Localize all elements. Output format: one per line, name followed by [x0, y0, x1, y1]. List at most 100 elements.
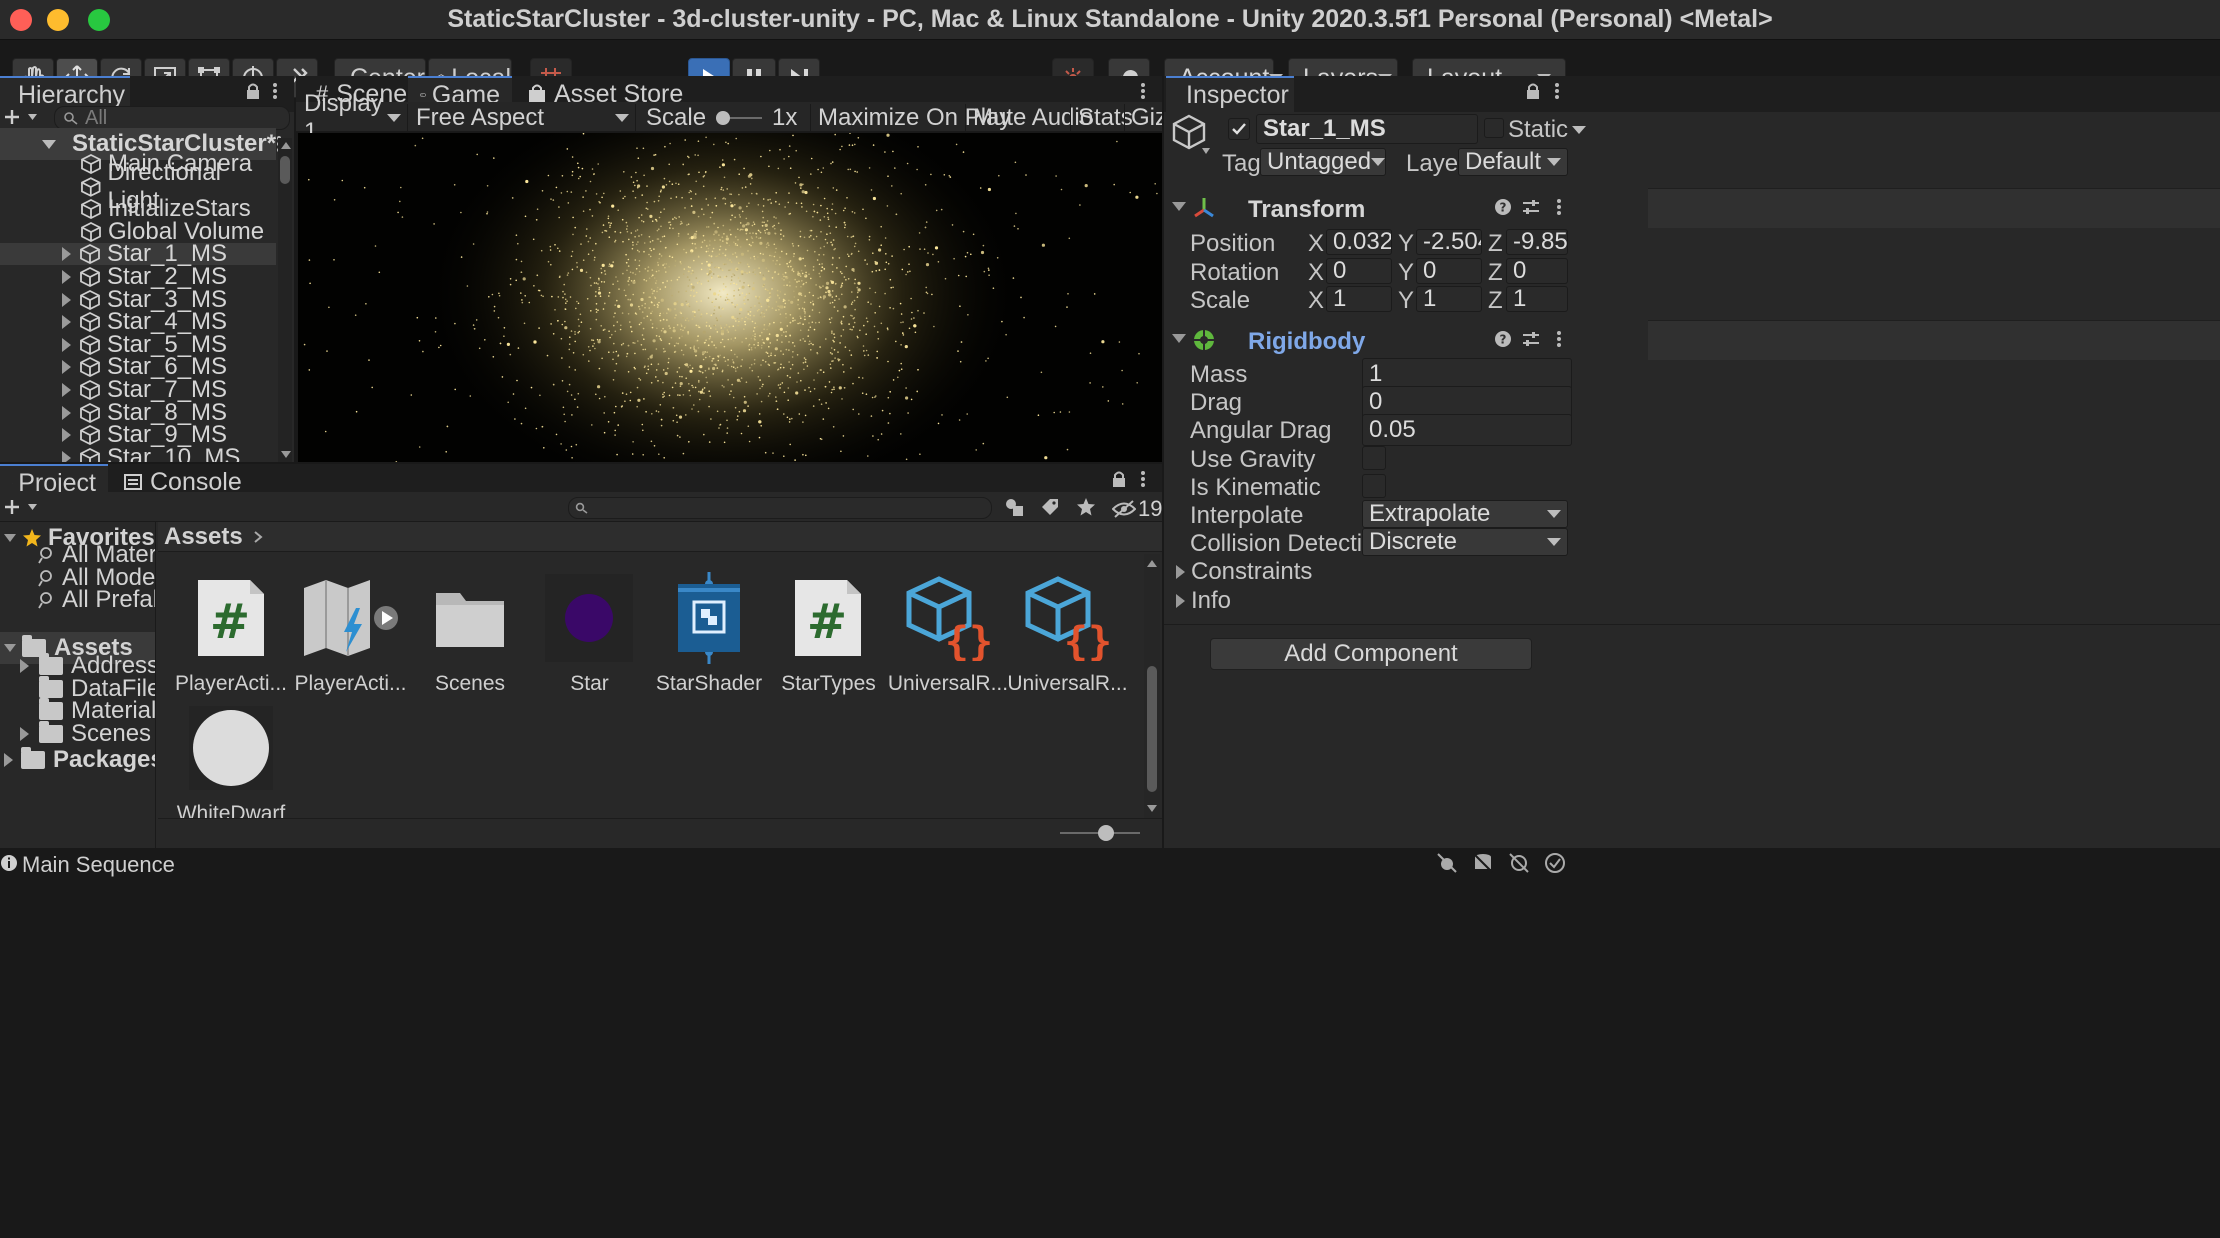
game-viewport[interactable]: [298, 133, 1162, 462]
star-dot: [708, 355, 711, 358]
packages-folder[interactable]: Packages: [4, 744, 155, 776]
star-dot: [900, 192, 902, 195]
asset-item[interactable]: {} UniversalR...: [995, 570, 1140, 696]
constraints-foldout[interactable]: Constraints: [1176, 558, 1312, 586]
expand-arrow-icon[interactable]: [62, 405, 71, 420]
expand-arrow-icon[interactable]: [62, 360, 71, 375]
icon-size-slider[interactable]: [1060, 824, 1140, 842]
interpolate-dropdown[interactable]: Extrapolate: [1362, 500, 1568, 528]
display-dropdown[interactable]: Display 1: [298, 90, 408, 145]
check-circle-icon[interactable]: [1544, 852, 1566, 874]
scale-slider[interactable]: [716, 108, 763, 128]
presets-icon[interactable]: [1522, 330, 1540, 348]
expand-arrow-icon[interactable]: [62, 383, 71, 397]
lock-icon[interactable]: [1112, 470, 1126, 488]
expand-arrow-icon[interactable]: [62, 337, 71, 352]
tab-inspector[interactable]: Inspector: [1166, 76, 1294, 112]
star-dot: [1116, 140, 1118, 143]
star-dot: [804, 318, 806, 321]
more-options-icon[interactable]: [272, 82, 278, 100]
star-dot: [632, 342, 634, 344]
star-dot: [638, 216, 640, 219]
star-dot: [966, 413, 968, 415]
component-menu-icon[interactable]: [1556, 198, 1562, 216]
bug-slash-icon[interactable]: [1436, 852, 1458, 874]
transform-scale-x-field[interactable]: 1: [1326, 286, 1392, 312]
project-search-input[interactable]: [568, 497, 992, 519]
expand-arrow-icon[interactable]: [20, 726, 29, 741]
light-bake-icon[interactable]: [1508, 852, 1530, 874]
transform-position-y-field[interactable]: -2.5047: [1416, 229, 1482, 255]
create-asset-button[interactable]: [4, 498, 40, 516]
expand-arrow-icon[interactable]: [62, 270, 71, 284]
transform-scale-y-field[interactable]: 1: [1416, 286, 1482, 312]
object-name-field[interactable]: Star_1_MS: [1256, 114, 1478, 144]
collision-detection-dropdown[interactable]: Discrete: [1362, 528, 1568, 556]
status-message[interactable]: Main Sequence: [22, 852, 175, 878]
star-dot: [672, 329, 676, 333]
star-dot: [629, 303, 634, 307]
help-icon[interactable]: ?: [1494, 198, 1512, 216]
transform-position-x-field[interactable]: 0.0326: [1326, 229, 1392, 255]
expand-arrow-icon[interactable]: [62, 315, 71, 330]
more-options-icon[interactable]: [1140, 470, 1146, 488]
static-dropdown[interactable]: Static: [1508, 116, 1587, 144]
transform-rotation-z-field[interactable]: 0: [1506, 257, 1568, 284]
asset-item[interactable]: WhiteDwarf: [158, 700, 303, 826]
static-checkbox[interactable]: [1484, 118, 1504, 138]
filter-by-label-icon[interactable]: [1040, 497, 1060, 517]
star-dot: [759, 237, 762, 239]
breadcrumb-assets[interactable]: Assets: [164, 523, 243, 551]
expand-arrow-icon[interactable]: [62, 428, 71, 443]
star-dot: [797, 322, 799, 325]
star-dot: [698, 390, 700, 393]
lock-icon[interactable]: [1526, 82, 1540, 100]
hierarchy-search-input[interactable]: All: [54, 106, 290, 130]
collapse-arrow-icon[interactable]: [1172, 334, 1186, 343]
aspect-dropdown[interactable]: Free Aspect: [410, 104, 636, 132]
transform-header[interactable]: [1648, 188, 2220, 228]
asset-folder-item[interactable]: Scenes: [20, 720, 151, 747]
star-dot: [903, 248, 905, 251]
star-dot: [659, 240, 662, 243]
expand-arrow-icon[interactable]: [20, 659, 29, 673]
filter-by-type-icon[interactable]: [1004, 497, 1024, 517]
expand-arrow-icon[interactable]: [62, 450, 71, 462]
star-dot: [680, 312, 682, 315]
star-dot: [868, 239, 871, 241]
hidden-packages-toggle[interactable]: 19: [1112, 496, 1162, 522]
add-component-button[interactable]: Add Component: [1210, 638, 1532, 670]
collapse-arrow-icon[interactable]: [1172, 202, 1186, 211]
star-dot: [601, 196, 603, 199]
transform-scale-z-field[interactable]: 1: [1506, 286, 1568, 312]
gizmos-toggle[interactable]: Gizr: [1124, 104, 1162, 132]
transform-position-z-field[interactable]: -9.8568: [1506, 229, 1568, 255]
help-icon[interactable]: ?: [1494, 330, 1512, 348]
use-gravity-checkbox[interactable]: [1362, 446, 1386, 470]
expand-arrow-icon[interactable]: [62, 292, 71, 307]
transform-rotation-y-field[interactable]: 0: [1416, 257, 1482, 284]
star-dot: [798, 273, 801, 276]
angular-drag-field[interactable]: 0.05: [1362, 414, 1572, 446]
expand-arrow-icon[interactable]: [62, 247, 71, 262]
is-kinematic-checkbox[interactable]: [1362, 474, 1386, 498]
hierarchy-item[interactable]: Star_10_MS: [0, 444, 276, 462]
star-favorite-icon[interactable]: [1076, 497, 1096, 517]
rigidbody-header[interactable]: [1648, 320, 2220, 360]
favorites-item[interactable]: All Prefabs: [38, 586, 155, 613]
hierarchy-scrollbar[interactable]: [278, 138, 292, 462]
lock-icon[interactable]: [246, 82, 260, 100]
more-options-icon[interactable]: [1554, 82, 1560, 100]
active-checkbox[interactable]: [1228, 118, 1250, 140]
database-icon[interactable]: [1472, 852, 1494, 874]
project-scrollbar[interactable]: [1144, 554, 1160, 818]
more-options-icon[interactable]: [1140, 82, 1146, 100]
layer-dropdown[interactable]: Default: [1458, 148, 1568, 176]
star-dot: [774, 354, 776, 357]
tag-dropdown[interactable]: Untagged: [1260, 148, 1386, 176]
transform-rotation-x-field[interactable]: 0: [1326, 257, 1392, 284]
create-add-button[interactable]: [4, 108, 40, 126]
presets-icon[interactable]: [1522, 198, 1540, 216]
component-menu-icon[interactable]: [1556, 330, 1562, 348]
info-foldout[interactable]: Info: [1176, 587, 1231, 615]
